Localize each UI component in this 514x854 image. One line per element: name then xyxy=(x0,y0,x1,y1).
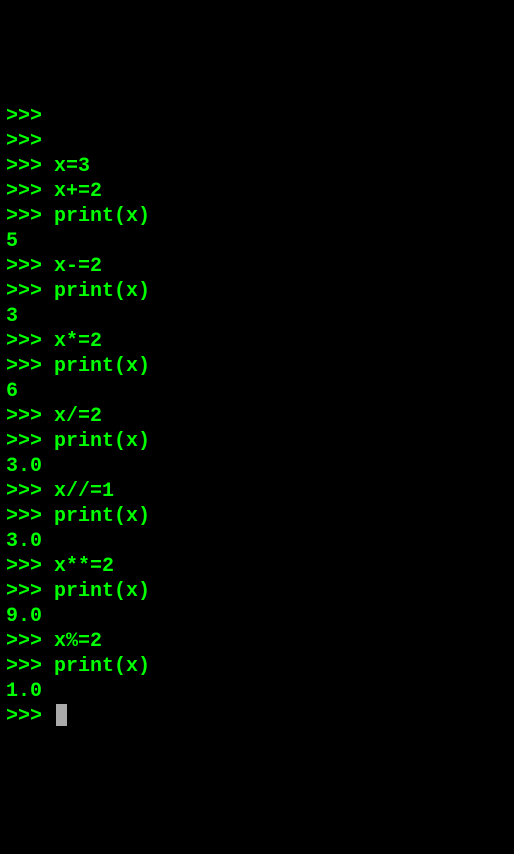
repl-input: print(x) xyxy=(54,355,150,378)
terminal-line: 6 xyxy=(6,379,508,404)
repl-prompt: >>> xyxy=(6,155,42,178)
repl-input: print(x) xyxy=(54,580,150,603)
repl-prompt: >>> xyxy=(6,355,42,378)
terminal-line: >>> x/=2 xyxy=(6,404,508,429)
terminal-line: >>> print(x) xyxy=(6,654,508,679)
repl-prompt: >>> xyxy=(6,705,42,728)
repl-prompt: >>> xyxy=(6,255,42,278)
terminal-line: >>> xyxy=(6,129,508,154)
terminal-line: >>> xyxy=(6,704,508,729)
terminal-line: >>> print(x) xyxy=(6,354,508,379)
terminal-line: >>> print(x) xyxy=(6,579,508,604)
repl-input: x**=2 xyxy=(54,555,114,578)
terminal-line: 1.0 xyxy=(6,679,508,704)
repl-prompt: >>> xyxy=(6,630,42,653)
repl-prompt: >>> xyxy=(6,280,42,303)
repl-input: print(x) xyxy=(54,280,150,303)
repl-output: 3.0 xyxy=(6,530,42,553)
terminal-line: >>> print(x) xyxy=(6,279,508,304)
repl-prompt: >>> xyxy=(6,330,42,353)
repl-input: print(x) xyxy=(54,205,150,228)
terminal-line: 3.0 xyxy=(6,529,508,554)
repl-input: x=3 xyxy=(54,155,90,178)
repl-input: print(x) xyxy=(54,505,150,528)
repl-input: print(x) xyxy=(54,655,150,678)
repl-prompt: >>> xyxy=(6,405,42,428)
terminal-line: >>> print(x) xyxy=(6,204,508,229)
terminal-line: 9.0 xyxy=(6,604,508,629)
terminal-line: >>> xyxy=(6,104,508,129)
terminal-line: >>> x+=2 xyxy=(6,179,508,204)
repl-input: x+=2 xyxy=(54,180,102,203)
terminal-line: >>> print(x) xyxy=(6,429,508,454)
repl-output: 3 xyxy=(6,305,18,328)
terminal-line: 3 xyxy=(6,304,508,329)
repl-input: x//=1 xyxy=(54,480,114,503)
repl-output: 3.0 xyxy=(6,455,42,478)
terminal-line: >>> x=3 xyxy=(6,154,508,179)
terminal-line: >>> x%=2 xyxy=(6,629,508,654)
repl-input: x%=2 xyxy=(54,630,102,653)
repl-prompt: >>> xyxy=(6,205,42,228)
repl-prompt: >>> xyxy=(6,505,42,528)
cursor-icon xyxy=(56,704,67,726)
terminal-line: >>> x*=2 xyxy=(6,329,508,354)
terminal-line: >>> x**=2 xyxy=(6,554,508,579)
repl-prompt: >>> xyxy=(6,580,42,603)
terminal-line: 3.0 xyxy=(6,454,508,479)
repl-prompt: >>> xyxy=(6,105,42,128)
repl-prompt: >>> xyxy=(6,555,42,578)
repl-prompt: >>> xyxy=(6,130,42,153)
terminal-line: >>> x-=2 xyxy=(6,254,508,279)
repl-output: 1.0 xyxy=(6,680,42,703)
terminal-line: >>> x//=1 xyxy=(6,479,508,504)
repl-prompt: >>> xyxy=(6,655,42,678)
repl-input: x-=2 xyxy=(54,255,102,278)
terminal-line: >>> print(x) xyxy=(6,504,508,529)
repl-input: x*=2 xyxy=(54,330,102,353)
repl-input: print(x) xyxy=(54,430,150,453)
repl-prompt: >>> xyxy=(6,430,42,453)
repl-prompt: >>> xyxy=(6,180,42,203)
repl-output: 6 xyxy=(6,380,18,403)
terminal-output[interactable]: >>>>>>>>> x=3>>> x+=2>>> print(x)5>>> x-… xyxy=(6,104,508,729)
repl-output: 5 xyxy=(6,230,18,253)
repl-prompt: >>> xyxy=(6,480,42,503)
repl-input: x/=2 xyxy=(54,405,102,428)
terminal-line: 5 xyxy=(6,229,508,254)
repl-output: 9.0 xyxy=(6,605,42,628)
